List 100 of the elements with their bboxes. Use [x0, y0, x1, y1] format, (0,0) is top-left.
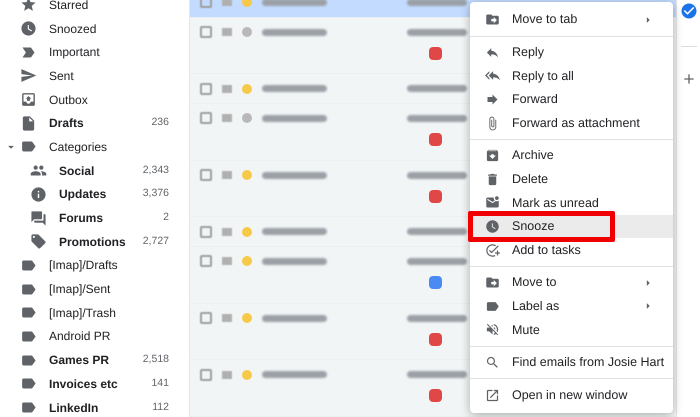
checkbox[interactable]	[200, 368, 212, 381]
sidebar-item[interactable]: [Imap]/Drafts	[0, 254, 189, 278]
trash-icon	[485, 172, 500, 187]
sidebar-item[interactable]: Updates 3,376	[0, 182, 189, 206]
menu-item[interactable]: Forward	[470, 88, 673, 112]
menu-item[interactable]: Mute	[470, 318, 673, 342]
sender-blurred	[262, 28, 327, 36]
checkbox[interactable]	[200, 26, 212, 38]
tasks-icon[interactable]	[680, 2, 698, 20]
tag-icon	[30, 233, 47, 250]
sidebar-item[interactable]: Snoozed	[0, 16, 189, 40]
checkbox[interactable]	[200, 82, 212, 94]
menu-item[interactable]: Move to tab	[470, 8, 673, 32]
sidebar-item[interactable]: Starred	[0, 0, 189, 17]
sidebar-label: Updates	[59, 186, 106, 204]
importance-marker[interactable]	[222, 28, 232, 36]
open-in-new-icon	[485, 388, 500, 403]
sender-blurred	[262, 228, 327, 235]
sidebar-label: Snoozed	[49, 20, 96, 38]
checkbox[interactable]	[200, 226, 212, 238]
menu-item[interactable]: Delete	[470, 168, 673, 192]
sidebar-item[interactable]: [Imap]/Trash	[0, 300, 189, 325]
unread-count: 141	[151, 376, 169, 391]
sidebar-label: Categories	[49, 138, 108, 156]
importance-marker[interactable]	[222, 228, 232, 236]
importance-marker[interactable]	[222, 171, 232, 179]
document-icon	[20, 114, 37, 132]
sidebar-item[interactable]: Important	[0, 40, 189, 64]
info-icon	[30, 186, 47, 203]
forward-arrow-icon	[485, 92, 500, 108]
sidebar-label: [Imap]/Trash	[49, 304, 116, 322]
mute-icon	[485, 322, 500, 338]
sidebar-item[interactable]: Outbox	[0, 88, 189, 112]
chat-icon	[30, 210, 47, 227]
sender-blurred	[262, 258, 327, 265]
envelope-icon	[485, 195, 500, 210]
sidebar-item[interactable]: LinkedIn 112	[0, 396, 189, 417]
sidebar-item[interactable]: Categories	[0, 135, 189, 159]
sidebar-label: Forums	[59, 210, 104, 228]
sidebar-label: Android PR	[49, 328, 110, 346]
menu-item[interactable]: Add to tasks	[470, 238, 673, 262]
sidebar-label: Important	[49, 44, 100, 62]
sidebar-item[interactable]: Invoices etc 141	[0, 372, 189, 396]
importance-marker[interactable]	[222, 314, 232, 322]
sidebar-label: Outbox	[49, 92, 88, 109]
sidebar-item[interactable]: Android PR	[0, 324, 189, 348]
sidebar-label: LinkedIn	[49, 400, 98, 417]
sender-blurred	[262, 85, 327, 92]
sidebar-item[interactable]: [Imap]/Sent	[0, 277, 189, 301]
send-icon	[20, 67, 37, 84]
unread-count: 236	[151, 115, 169, 130]
menu-item[interactable]: Label as	[470, 294, 673, 318]
subject-blurred	[407, 28, 467, 36]
sidebar-label: Starred	[49, 0, 88, 14]
sidebar-label: Games PR	[49, 352, 110, 370]
importance-marker[interactable]	[222, 0, 232, 6]
folder-arrow-icon	[485, 12, 500, 28]
unread-count: 2,343	[142, 162, 169, 178]
sender-blurred	[262, 172, 327, 178]
importance-marker[interactable]	[222, 370, 232, 379]
menu-item[interactable]: Find emails from Josie Hart	[470, 350, 673, 374]
subject-blurred	[407, 371, 467, 378]
unread-count: 3,376	[142, 186, 169, 202]
sidebar-item[interactable]: Forums 2	[0, 206, 189, 230]
menu-item[interactable]: Archive	[470, 144, 673, 168]
sidebar-label: Promotions	[59, 234, 126, 251]
menu-item[interactable]: Reply	[470, 40, 673, 64]
menu-item[interactable]: Move to	[470, 270, 673, 295]
sidebar-label: Invoices etc	[49, 376, 118, 393]
sidebar-item[interactable]: Games PR 2,518	[0, 348, 189, 372]
sidebar-item[interactable]: Sent	[0, 64, 189, 88]
checkbox[interactable]	[200, 312, 212, 324]
sidebar-label: Social	[59, 162, 94, 180]
unread-count: 112	[152, 400, 169, 415]
checkbox[interactable]	[200, 0, 212, 8]
subject-blurred	[407, 85, 467, 92]
importance-marker[interactable]	[222, 257, 232, 266]
sidebar-item[interactable]: Social 2,343	[0, 158, 189, 182]
sidebar-label: Sent	[49, 68, 74, 85]
checkbox[interactable]	[200, 169, 212, 181]
importance-marker[interactable]	[222, 84, 232, 92]
sidebar-label: [Imap]/Sent	[49, 281, 110, 298]
sidebar-label: [Imap]/Drafts	[49, 257, 118, 274]
star-icon	[20, 0, 37, 14]
menu-item[interactable]: Reply to all	[470, 64, 673, 88]
menu-item[interactable]: Mark as unread	[470, 191, 673, 215]
check-plus-icon	[485, 242, 500, 258]
subject-blurred	[407, 314, 467, 322]
sender-blurred	[262, 314, 327, 322]
sidebar-item[interactable]: Drafts 236	[0, 111, 189, 136]
checkbox[interactable]	[200, 112, 212, 124]
menu-item[interactable]: Forward as attachment	[470, 111, 673, 135]
checkbox[interactable]	[200, 255, 212, 268]
sidebar-item[interactable]: Promotions 2,727	[0, 230, 189, 254]
outbox-icon	[20, 91, 37, 108]
sender-blurred	[262, 114, 327, 122]
unread-count: 2,727	[142, 234, 169, 249]
subject-blurred	[407, 172, 467, 178]
menu-item[interactable]: Open in new window	[470, 383, 673, 407]
importance-marker[interactable]	[222, 114, 232, 122]
